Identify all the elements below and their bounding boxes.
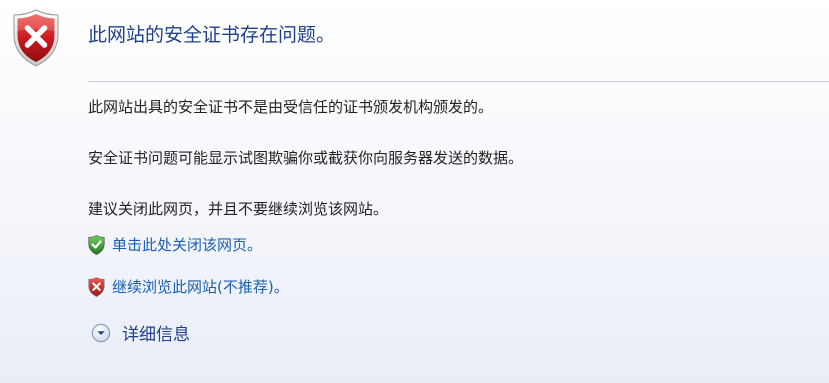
more-information-label[interactable]: 详细信息 [122,320,190,345]
close-page-link-label[interactable]: 单击此处关闭该网页。 [112,234,262,255]
continue-site-link[interactable]: 继续浏览此网站(不推荐)。 [88,276,289,297]
certificate-risk-message: 安全证书问题可能显示试图欺骗你或截获你向服务器发送的数据。 [88,149,524,167]
recommendation-message: 建议关闭此网页，并且不要继续浏览该网站。 [88,200,389,218]
title-divider [88,81,829,82]
continue-site-link-label[interactable]: 继续浏览此网站(不推荐)。 [112,276,289,297]
expand-chevron-down-icon[interactable] [91,323,111,343]
close-page-link[interactable]: 单击此处关闭该网页。 [88,234,262,255]
certificate-untrusted-message: 此网站出具的安全证书不是由受信任的证书颁发机构颁发的。 [88,98,494,116]
more-information-toggle[interactable]: 详细信息 [91,320,190,345]
green-shield-check-icon [88,234,105,255]
red-shield-x-icon [88,276,105,297]
error-shield-icon [13,9,59,67]
page-title: 此网站的安全证书存在问题。 [88,24,336,46]
